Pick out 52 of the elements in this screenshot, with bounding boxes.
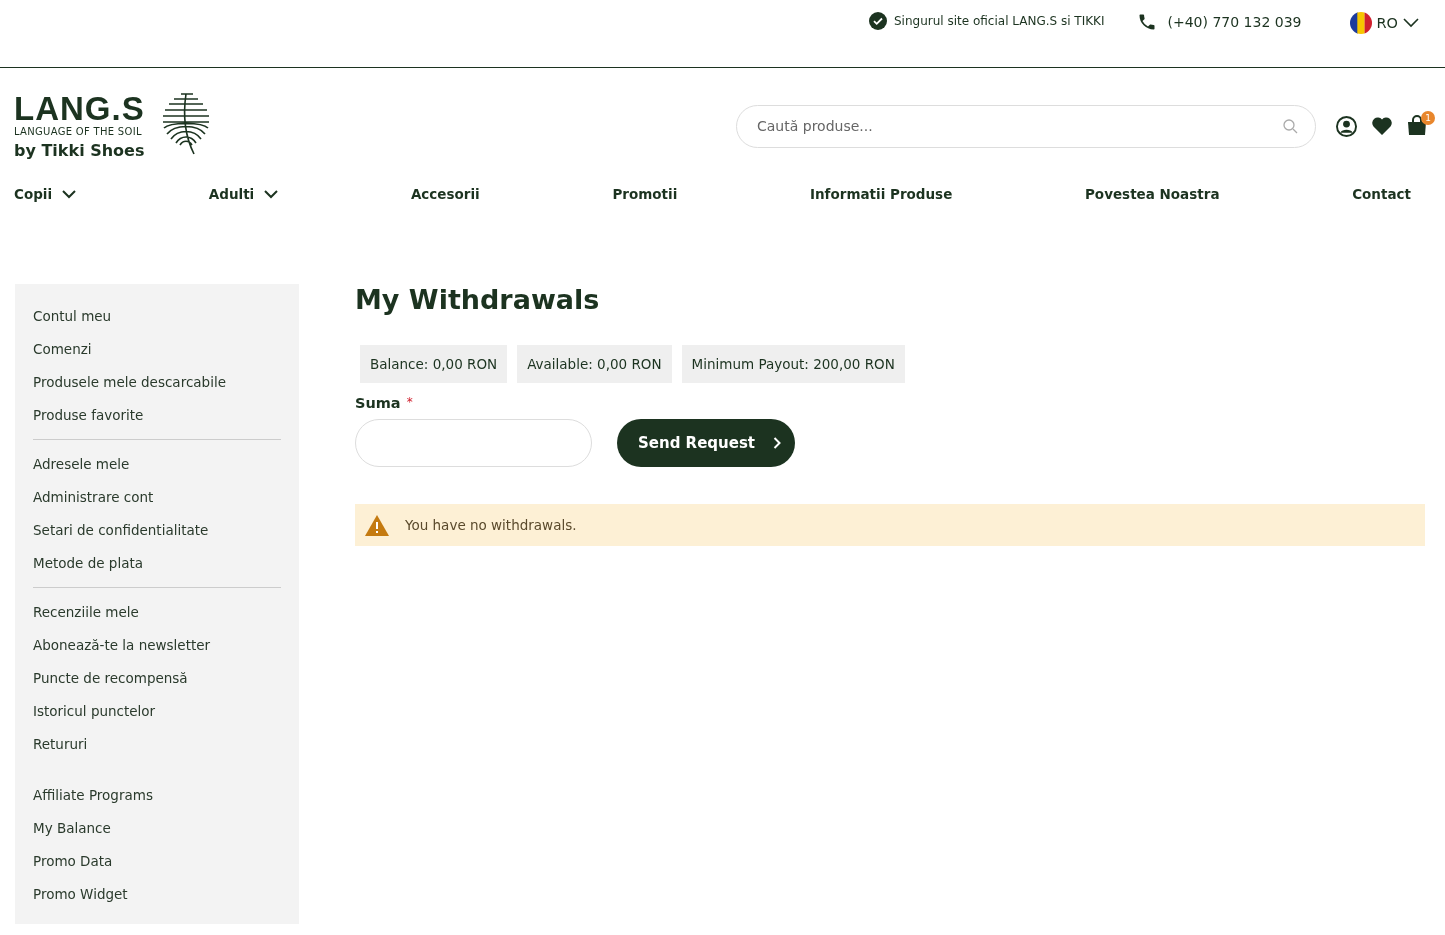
page-title: My Withdrawals: [355, 284, 601, 315]
sidebar-link[interactable]: My Balance: [33, 812, 111, 845]
logo-byline: by Tikki Shoes: [14, 141, 145, 160]
nav-link[interactable]: Povestea Noastra: [1084, 186, 1220, 202]
logo-wordmark[interactable]: LANG.S: [14, 92, 145, 126]
chevron-down-icon: [264, 189, 279, 199]
sidebar-link[interactable]: Istoricul punctelor: [33, 695, 156, 728]
sidebar-link[interactable]: Setari de confidentialitate: [33, 514, 209, 547]
chevron-down-icon: [1403, 18, 1419, 28]
search-field[interactable]: Caută produse...: [736, 104, 1316, 148]
language-selector[interactable]: RO: [1349, 12, 1419, 34]
stat-chip: Available: 0,00 RON: [517, 345, 672, 383]
notice-text: You have no withdrawals.: [405, 517, 577, 533]
nav-link[interactable]: Promotii: [612, 186, 678, 202]
shopping-bag-icon[interactable]: [1407, 115, 1427, 136]
sidebar-link[interactable]: Contul meu: [33, 300, 112, 333]
nav-link[interactable]: Accesorii: [410, 186, 480, 202]
sidebar-link[interactable]: Produsele mele descarcabile: [33, 366, 226, 399]
leaf-emblem-icon: [160, 92, 211, 156]
send-request-button[interactable]: Send Request: [617, 419, 796, 467]
sidebar-link[interactable]: Promo Widget: [33, 878, 128, 911]
sidebar-link[interactable]: Metode de plata: [33, 547, 143, 580]
flag-icon: [1349, 12, 1372, 34]
nav-link[interactable]: Copii: [14, 186, 77, 202]
sidebar-link[interactable]: Recenziile mele: [33, 596, 139, 629]
amount-input-field[interactable]: [355, 419, 592, 467]
required-mark: *: [406, 395, 413, 411]
verified-badge-icon: [869, 12, 887, 30]
nav-link[interactable]: Informatii Produse: [809, 186, 953, 202]
sidebar-link[interactable]: Produse favorite: [33, 399, 144, 432]
field-label: Suma: [355, 395, 401, 411]
warning-icon: [365, 514, 389, 536]
nav-link[interactable]: Contact: [1352, 186, 1411, 202]
sidebar-link[interactable]: Affiliate Programs: [33, 779, 153, 812]
cart-count-badge: 1: [1421, 111, 1435, 125]
sidebar-link[interactable]: Adresele mele: [33, 448, 130, 481]
sidebar-link[interactable]: Promo Data: [33, 845, 113, 878]
phone-link[interactable]: (+40) 770 132 039: [1167, 14, 1302, 30]
sidebar-link[interactable]: Puncte de recompensă: [33, 662, 188, 695]
sidebar-link[interactable]: Retururi: [33, 728, 88, 761]
official-site-text: Singurul site oficial LANG.S si TIKKI: [894, 14, 1105, 28]
heart-icon[interactable]: [1371, 116, 1393, 136]
sidebar-link[interactable]: Comenzi: [33, 333, 92, 366]
sidebar-link[interactable]: Abonează-te la newsletter: [33, 629, 211, 662]
logo-tagline: LANGUAGE OF THE SOIL: [14, 126, 143, 137]
chevron-down-icon: [62, 189, 77, 199]
chevron-right-icon: [773, 437, 782, 449]
nav-link[interactable]: Adulti: [208, 186, 279, 202]
sidebar-link[interactable]: Administrare cont: [33, 481, 154, 514]
stat-chip: Minimum Payout: 200,00 RON: [681, 345, 905, 383]
stat-chip: Balance: 0,00 RON: [360, 345, 508, 383]
user-account-icon[interactable]: [1336, 115, 1357, 137]
